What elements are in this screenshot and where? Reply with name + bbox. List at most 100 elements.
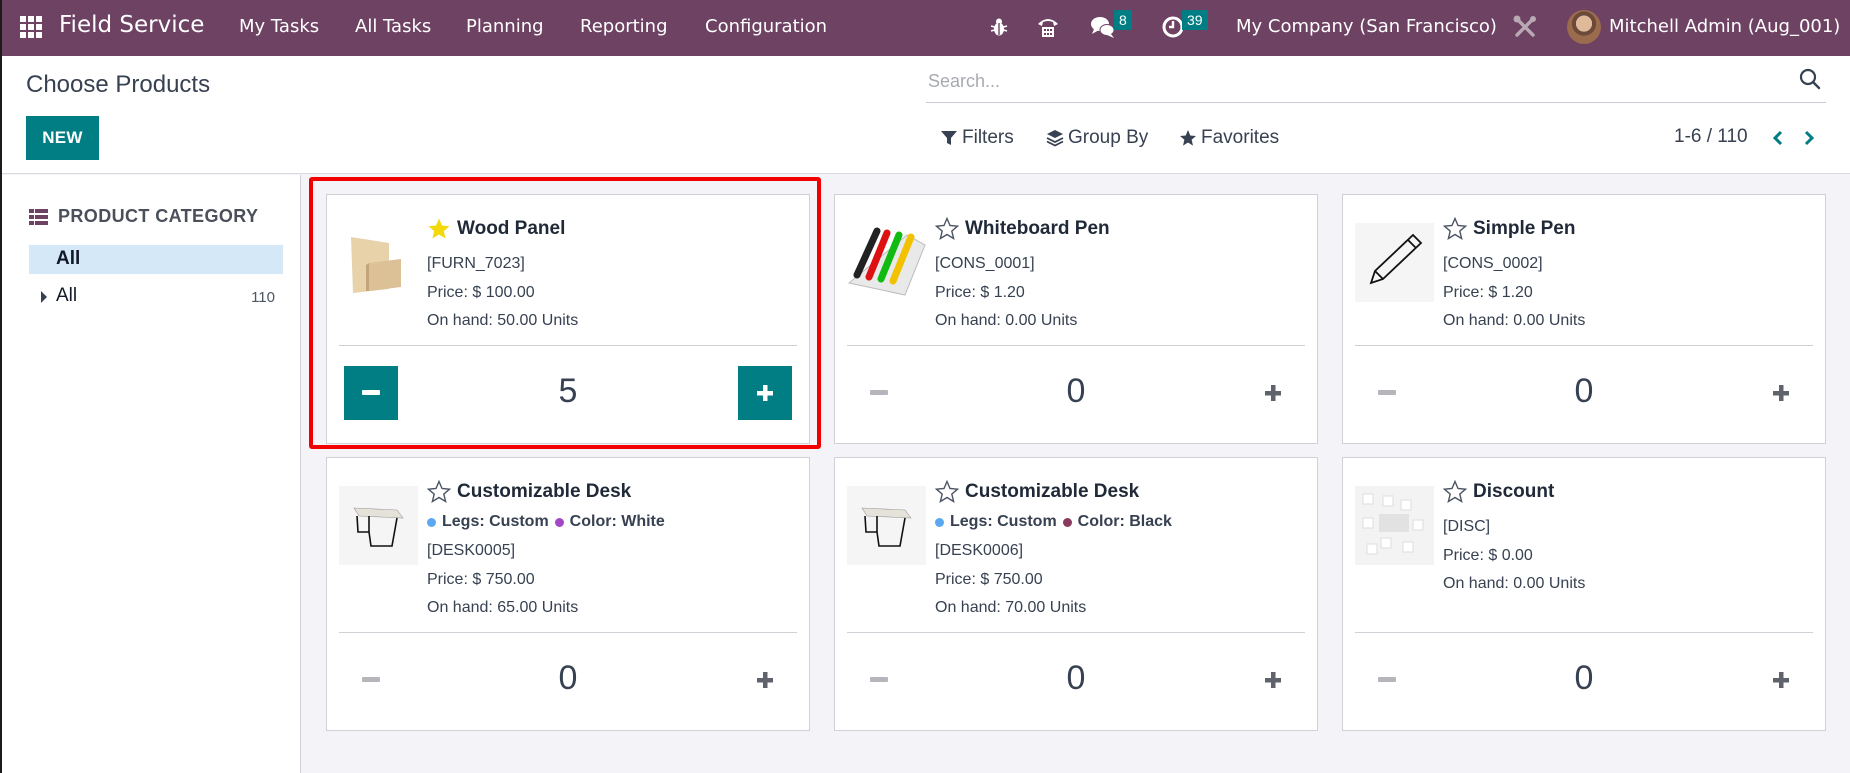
pager-next-button[interactable] (1798, 126, 1820, 150)
control-panel: Choose Products NEW Filters Group By Fav… (2, 56, 1850, 174)
minus-icon (870, 390, 888, 395)
star-filled-icon[interactable] (427, 217, 451, 241)
user-menu[interactable]: Mitchell Admin (Aug_001) (1609, 16, 1840, 37)
chevron-right-icon (1804, 130, 1815, 146)
star-outline-icon[interactable] (1443, 217, 1467, 241)
search-icon[interactable] (1798, 67, 1822, 91)
search-bar (926, 56, 1826, 103)
product-name-label: Simple Pen (1473, 218, 1576, 239)
product-name-label: Wood Panel (457, 218, 566, 239)
product-price: Price: $ 1.20 (1443, 284, 1533, 301)
sidebar-item-all[interactable]: All 110 (29, 283, 283, 311)
minus-icon (1378, 390, 1396, 395)
menu-all-tasks[interactable]: All Tasks (355, 16, 431, 37)
app-name[interactable]: Field Service (59, 12, 204, 38)
quantity-value: 0 (1066, 372, 1086, 410)
decrease-quantity-button[interactable] (852, 653, 906, 707)
menu-reporting[interactable]: Reporting (580, 16, 668, 37)
star-outline-icon[interactable] (935, 217, 959, 241)
star-outline-icon[interactable] (1443, 480, 1467, 504)
increase-quantity-button[interactable] (1754, 653, 1808, 707)
star-outline-icon[interactable] (935, 480, 959, 504)
increase-quantity-button[interactable] (738, 366, 792, 420)
quantity-value: 0 (558, 659, 578, 697)
product-price: Price: $ 0.00 (1443, 547, 1533, 564)
bug-icon[interactable] (985, 13, 1013, 41)
chat-icon[interactable] (1089, 13, 1117, 41)
phone-icon[interactable] (1034, 13, 1062, 41)
product-card[interactable]: Customizable Desk Legs: Custom Color: Whit… (326, 457, 810, 731)
product-card[interactable]: Customizable Desk Legs: Custom Color: Blac… (834, 457, 1318, 731)
window-edge (0, 0, 2, 773)
product-image (847, 223, 926, 302)
attribute-color-dot (554, 517, 564, 527)
minus-icon (362, 677, 380, 682)
product-name: Discount (1443, 480, 1554, 504)
filters-button[interactable]: Filters (940, 127, 1014, 149)
new-button[interactable]: NEW (26, 116, 99, 160)
increase-quantity-button[interactable] (1246, 366, 1300, 420)
pager-previous-button[interactable] (1767, 126, 1789, 150)
product-card[interactable]: Simple Pen [CONS_0002] Price: $ 1.20 On han… (1342, 194, 1826, 444)
sidebar-item-all-selected[interactable]: All (29, 245, 283, 274)
product-price: Price: $ 750.00 (427, 571, 535, 588)
product-card[interactable]: Whiteboard Pen [CONS_0001] Price: $ 1.20 On… (834, 194, 1318, 444)
product-code: [DISC] (1443, 518, 1491, 535)
quantity-value: 0 (1574, 372, 1594, 410)
star-icon (1180, 130, 1196, 146)
messages-badge: 8 (1114, 10, 1132, 30)
group-by-button[interactable]: Group By (1046, 127, 1148, 149)
increase-quantity-button[interactable] (1246, 653, 1300, 707)
product-attributes: Legs: Custom Color: Black (935, 513, 1172, 531)
product-code: [DESK0006] (935, 542, 1024, 559)
increase-quantity-button[interactable] (1754, 366, 1808, 420)
sidebar-item-label: All (56, 248, 81, 269)
filter-icon (941, 131, 957, 145)
minus-icon (870, 677, 888, 682)
attribute-label: Legs: Custom (950, 513, 1057, 530)
product-card[interactable]: Wood Panel [FURN_7023] Price: $ 100.00 On h… (326, 194, 810, 444)
user-avatar[interactable] (1567, 10, 1601, 44)
plus-icon (1265, 385, 1281, 401)
quantity-value: 0 (1574, 659, 1594, 697)
favorites-button[interactable]: Favorites (1179, 127, 1279, 149)
decrease-quantity-button[interactable] (1360, 653, 1414, 707)
plus-icon (1773, 385, 1789, 401)
attribute-label: Legs: Custom (442, 513, 549, 530)
pager-value[interactable]: 1-6 / 110 (1674, 126, 1748, 148)
product-image (1355, 223, 1434, 302)
apps-menu-icon[interactable] (20, 16, 42, 38)
product-name: Customizable Desk (935, 480, 1139, 504)
increase-quantity-button[interactable] (738, 653, 792, 707)
minus-icon (362, 390, 380, 395)
attribute-label: Color: Black (1077, 513, 1172, 530)
attribute-color-dot (935, 517, 944, 527)
attribute-label: Color: White (569, 513, 665, 530)
caret-right-icon[interactable] (41, 291, 47, 303)
card-divider (339, 345, 797, 346)
product-on-hand: On hand: 0.00 Units (1443, 575, 1586, 592)
company-switcher[interactable]: My Company (San Francisco) (1236, 16, 1497, 37)
menu-planning[interactable]: Planning (466, 16, 544, 37)
decrease-quantity-button[interactable] (344, 653, 398, 707)
menu-configuration[interactable]: Configuration (705, 16, 827, 37)
product-card[interactable]: Discount [DISC] Price: $ 0.00 On hand: 0.00… (1342, 457, 1826, 731)
sidebar-header: PRODUCT CATEGORY (29, 206, 258, 227)
activities-badge: 39 (1182, 10, 1208, 30)
product-image (1355, 486, 1434, 565)
card-divider (1355, 632, 1813, 633)
search-input[interactable] (928, 68, 1768, 94)
decrease-quantity-button[interactable] (852, 366, 906, 420)
favorites-label: Favorites (1201, 127, 1280, 148)
product-name: Simple Pen (1443, 217, 1575, 241)
menu-my-tasks[interactable]: My Tasks (239, 16, 319, 37)
attribute-color-dot (1062, 517, 1072, 527)
star-outline-icon[interactable] (427, 480, 451, 504)
decrease-quantity-button[interactable] (344, 366, 398, 420)
product-on-hand: On hand: 70.00 Units (935, 599, 1087, 616)
top-navbar: Field Service My Tasks All Tasks Plannin… (0, 0, 1850, 56)
decrease-quantity-button[interactable] (1360, 366, 1414, 420)
sidebar-header-label: PRODUCT CATEGORY (58, 206, 259, 226)
card-divider (847, 345, 1305, 346)
tools-icon[interactable] (1511, 13, 1539, 41)
